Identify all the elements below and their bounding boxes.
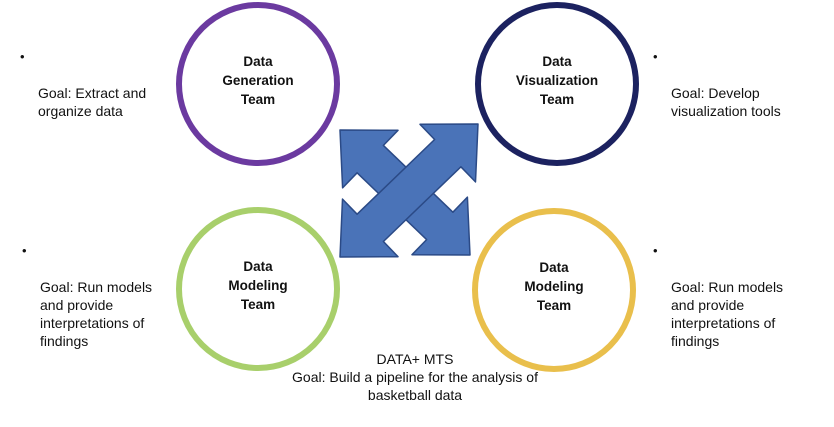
goal-note-data-visualization: • Goal: Develop visualization tools xyxy=(653,48,831,138)
bullet-icon: • xyxy=(653,49,658,64)
mts-goal-line-2: basketball data xyxy=(367,387,463,403)
goal-note-data-generation: • Goal: Extract and organize data xyxy=(20,48,178,138)
data-modeling-team-label-left: Data Modeling Team xyxy=(228,259,288,312)
bullet-icon: • xyxy=(653,243,658,258)
mts-title: DATA+ MTS xyxy=(376,351,454,367)
bullet-icon: • xyxy=(22,243,27,258)
team-structure-diagram: Data Generation Team Data Visualization … xyxy=(0,0,834,427)
goal-note-data-modeling-right: • Goal: Run models and provide interpret… xyxy=(653,242,821,368)
goal-text: Goal: Extract and organize data xyxy=(38,85,147,119)
goal-note-data-modeling-left: • Goal: Run models and provide interpret… xyxy=(22,242,180,368)
goal-text: Goal: Run models and provide interpretat… xyxy=(40,279,153,349)
goal-text: Goal: Run models and provide interpretat… xyxy=(671,279,784,349)
data-generation-team-label: Data Generation Team xyxy=(222,54,294,107)
mts-goal-line-1: Goal: Build a pipeline for the analysis … xyxy=(292,369,538,385)
mts-summary: DATA+ MTS Goal: Build a pipeline for the… xyxy=(255,350,575,404)
bullet-icon: • xyxy=(20,49,25,64)
goal-text: Goal: Develop visualization tools xyxy=(671,85,781,119)
data-visualization-team-label: Data Visualization Team xyxy=(515,54,599,107)
data-modeling-team-label-right: Data Modeling Team xyxy=(524,260,584,313)
